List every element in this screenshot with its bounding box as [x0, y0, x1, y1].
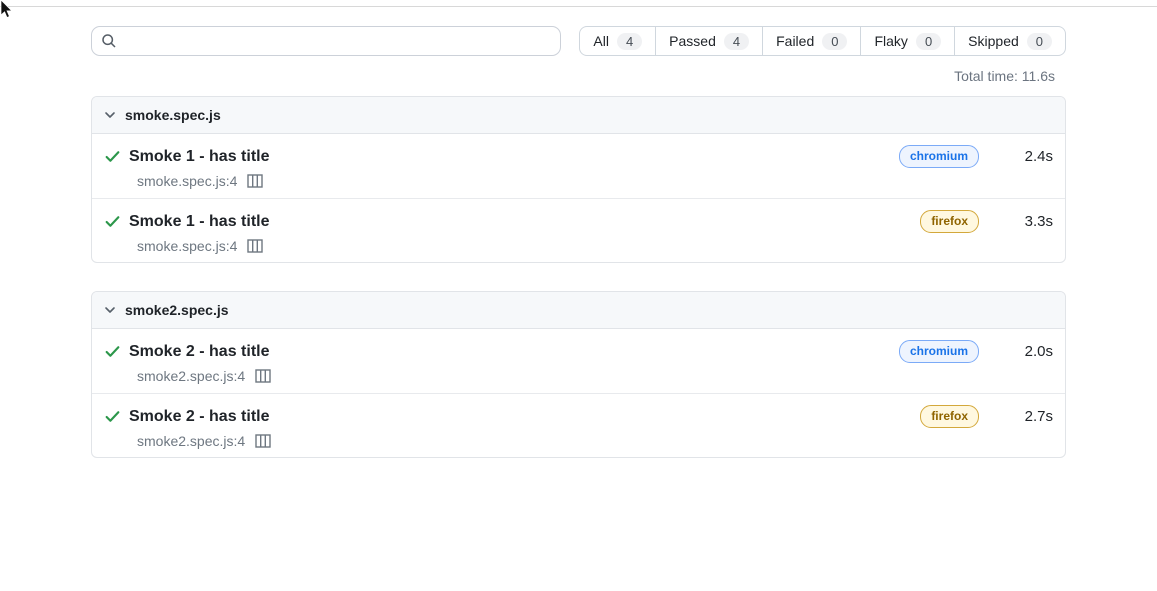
filter-tab-flaky[interactable]: Flaky 0	[860, 26, 955, 56]
test-location[interactable]: smoke.spec.js:4	[137, 173, 237, 189]
test-title: Smoke 1 - has title	[129, 211, 270, 232]
trace-columns-icon[interactable]	[255, 369, 271, 383]
search-icon	[101, 33, 117, 49]
project-badge-chromium[interactable]: chromium	[899, 145, 979, 168]
check-icon	[104, 408, 121, 425]
filter-tab-all[interactable]: All 4	[579, 26, 656, 56]
filter-count: 0	[822, 33, 847, 50]
project-badge-firefox[interactable]: firefox	[920, 405, 979, 428]
check-icon	[104, 343, 121, 360]
test-link[interactable]: Smoke 1 - has title	[104, 146, 899, 167]
toolbar: All 4 Passed 4 Failed 0 Flaky 0 Skipped …	[91, 26, 1066, 56]
check-icon	[104, 148, 121, 165]
filter-count: 0	[1027, 33, 1052, 50]
test-title: Smoke 1 - has title	[129, 146, 270, 167]
filter-count: 4	[724, 33, 749, 50]
test-link[interactable]: Smoke 2 - has title	[104, 341, 899, 362]
test-row: Smoke 2 - has title firefox 2.7s smoke2.…	[92, 393, 1065, 457]
chevron-down-icon	[104, 109, 116, 121]
file-group-header[interactable]: smoke2.spec.js	[92, 292, 1065, 329]
trace-columns-icon[interactable]	[247, 174, 263, 188]
test-row: Smoke 1 - has title firefox 3.3s smoke.s…	[92, 198, 1065, 262]
project-badge-chromium[interactable]: chromium	[899, 340, 979, 363]
test-title: Smoke 2 - has title	[129, 341, 270, 362]
total-time: Total time: 11.6s	[91, 66, 1066, 86]
test-row: Smoke 2 - has title chromium 2.0s smoke2…	[92, 329, 1065, 393]
test-link[interactable]: Smoke 1 - has title	[104, 211, 920, 232]
top-divider	[0, 6, 1157, 7]
project-badge-firefox[interactable]: firefox	[920, 210, 979, 233]
test-row: Smoke 1 - has title chromium 2.4s smoke.…	[92, 134, 1065, 198]
test-duration: 2.7s	[995, 408, 1053, 425]
file-name: smoke.spec.js	[125, 107, 221, 123]
filter-label: Failed	[776, 33, 814, 49]
chevron-down-icon	[104, 304, 116, 316]
filter-label: Flaky	[874, 33, 907, 49]
file-group-card: smoke2.spec.js Smoke 2 - has title chrom…	[91, 291, 1066, 458]
mouse-cursor-icon	[0, 0, 14, 25]
test-title: Smoke 2 - has title	[129, 406, 270, 427]
filter-tabs: All 4 Passed 4 Failed 0 Flaky 0 Skipped …	[579, 26, 1066, 56]
test-link[interactable]: Smoke 2 - has title	[104, 406, 920, 427]
search-input[interactable]	[124, 33, 551, 49]
trace-columns-icon[interactable]	[255, 434, 271, 448]
search-box[interactable]	[91, 26, 561, 56]
filter-label: Passed	[669, 33, 716, 49]
filter-count: 4	[617, 33, 642, 50]
file-name: smoke2.spec.js	[125, 302, 229, 318]
filter-tab-skipped[interactable]: Skipped 0	[954, 26, 1066, 56]
filter-count: 0	[916, 33, 941, 50]
test-duration: 2.0s	[995, 343, 1053, 360]
test-duration: 2.4s	[995, 148, 1053, 165]
trace-columns-icon[interactable]	[247, 239, 263, 253]
filter-tab-passed[interactable]: Passed 4	[655, 26, 763, 56]
filter-label: All	[593, 33, 609, 49]
filter-tab-failed[interactable]: Failed 0	[762, 26, 861, 56]
test-location[interactable]: smoke.spec.js:4	[137, 238, 237, 254]
file-group-card: smoke.spec.js Smoke 1 - has title chromi…	[91, 96, 1066, 263]
check-icon	[104, 213, 121, 230]
report-page: All 4 Passed 4 Failed 0 Flaky 0 Skipped …	[91, 0, 1066, 458]
test-duration: 3.3s	[995, 213, 1053, 230]
filter-label: Skipped	[968, 33, 1019, 49]
file-group-header[interactable]: smoke.spec.js	[92, 97, 1065, 134]
test-location[interactable]: smoke2.spec.js:4	[137, 433, 245, 449]
test-location[interactable]: smoke2.spec.js:4	[137, 368, 245, 384]
